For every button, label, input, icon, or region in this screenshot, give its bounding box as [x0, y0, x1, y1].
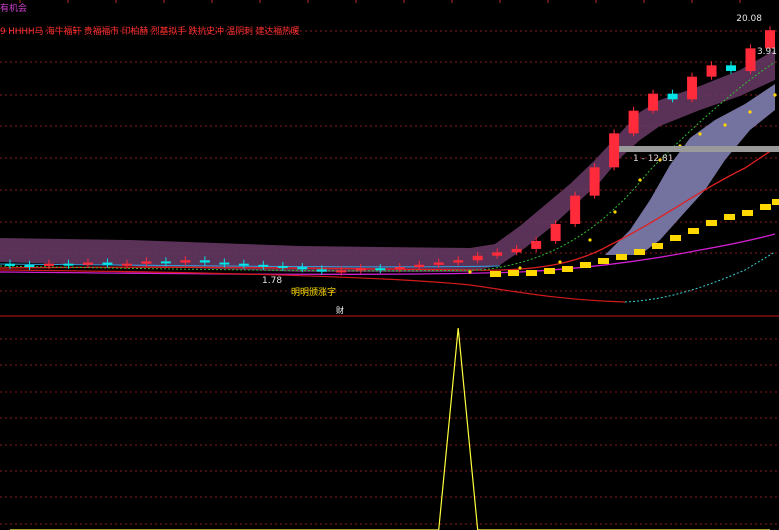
indicator-title: 有机会: [0, 4, 28, 14]
chart-canvas[interactable]: [0, 0, 779, 530]
candle-body: [121, 263, 132, 266]
candle-body: [180, 260, 191, 263]
candle-body: [765, 30, 775, 49]
yellow-dot: [638, 178, 642, 182]
yellow-box: [706, 220, 717, 226]
yellow-box: [772, 199, 779, 205]
yellow-box: [742, 210, 753, 216]
yellow-dot: [468, 270, 472, 274]
yellow-dot: [588, 238, 592, 242]
yellow-box: [562, 266, 573, 272]
price-high-2-label: 3.91: [756, 47, 777, 57]
candle-body: [82, 262, 93, 265]
yellow-box: [616, 254, 627, 260]
candle-body: [609, 133, 620, 168]
candle-body: [43, 263, 54, 266]
signal-line: [10, 327, 770, 530]
candle-body: [297, 267, 308, 270]
candle-body: [472, 255, 483, 261]
candle-body: [745, 48, 756, 71]
yellow-box: [688, 228, 699, 234]
yellow-box: [544, 268, 555, 274]
indicator-legend: 9 HHHH马 海牛福轩 贵福福市 印柏赫 烈基拟手 跌抗史冲 温阴刺 建达福热…: [0, 27, 300, 37]
yellow-box: [670, 235, 681, 241]
yellow-dot: [773, 93, 777, 97]
candle-body: [667, 93, 678, 100]
resistance-bar: [615, 146, 779, 152]
yellow-dot: [748, 110, 752, 114]
yellow-box: [526, 270, 537, 276]
yellow-box: [508, 270, 519, 276]
candle-body: [102, 262, 113, 265]
yellow-dot: [698, 132, 702, 136]
yellow-dot: [518, 266, 522, 270]
candle-body: [141, 261, 152, 264]
candle-body: [453, 260, 464, 263]
candle-body: [277, 265, 288, 268]
candle-body: [550, 224, 561, 241]
candle-body: [238, 263, 249, 266]
candle-body: [5, 263, 15, 266]
candle-body: [531, 241, 542, 249]
candle-body: [375, 268, 386, 271]
yellow-box: [634, 249, 645, 255]
price-high-label: 20.08: [736, 14, 762, 24]
yellow-box: [490, 271, 501, 277]
yellow-dot: [558, 260, 562, 264]
candle-body: [394, 267, 405, 270]
yellow-box: [724, 214, 735, 220]
candle-body: [648, 93, 659, 111]
candle-body: [24, 264, 35, 268]
candle-body: [589, 167, 600, 196]
candle-body: [511, 248, 522, 253]
candle-body: [199, 260, 210, 263]
candle-body: [492, 252, 503, 256]
yellow-dot: [723, 123, 727, 127]
lower-panel-label: 财: [336, 306, 344, 315]
candle-body: [160, 261, 171, 264]
yellow-box: [760, 204, 771, 210]
candle-body: [355, 268, 366, 271]
price-low-label: 1.78: [262, 276, 283, 286]
candle-body: [687, 76, 698, 100]
candle-body: [414, 264, 425, 268]
yellow-box: [598, 258, 609, 264]
candle-body: [628, 110, 639, 134]
candle-body: [433, 262, 444, 265]
yellow-dot: [613, 210, 617, 214]
yellow-box: [652, 243, 663, 249]
candle-body: [63, 263, 74, 266]
low-annotation: 明明颁涨字: [291, 288, 337, 298]
candle-body: [570, 195, 581, 224]
price-mid-label: 1 - 12.81: [633, 154, 674, 164]
candle-body: [316, 269, 327, 272]
stock-chart[interactable]: 有机会 9 HHHH马 海牛福轩 贵福福市 印柏赫 烈基拟手 跌抗史冲 温阴刺 …: [0, 0, 779, 530]
yellow-box: [580, 262, 591, 268]
candle-body: [219, 262, 230, 265]
candle-body: [726, 65, 737, 71]
candle-body: [706, 65, 717, 77]
candle-body: [336, 270, 347, 273]
candle-body: [258, 264, 269, 267]
